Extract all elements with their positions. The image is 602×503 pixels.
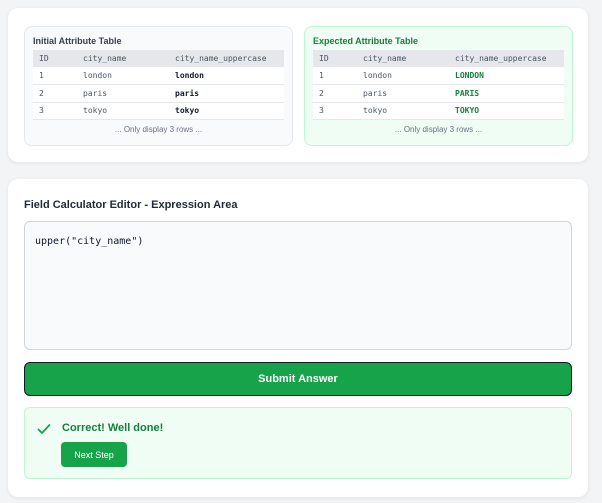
cell-id: 1 xyxy=(33,67,77,85)
table-row: 3 tokyo TOKYO xyxy=(313,102,564,120)
table-header-row: ID city_name city_name_uppercase xyxy=(33,50,284,67)
initial-attribute-table: ID city_name city_name_uppercase 1 londo… xyxy=(33,50,284,120)
expected-table-title: Expected Attribute Table xyxy=(313,36,419,46)
column-header-id: ID xyxy=(33,50,77,67)
cell-id: 2 xyxy=(313,84,357,103)
submit-answer-button[interactable]: Submit Answer xyxy=(24,362,572,396)
table-row: 2 paris PARIS xyxy=(313,84,564,103)
initial-table-title: Initial Attribute Table xyxy=(33,36,122,46)
feedback-box: Correct! Well done! Next Step xyxy=(24,407,572,479)
cell-city-name: paris xyxy=(77,84,169,103)
column-header-city-name-uppercase: city_name_uppercase xyxy=(449,50,564,67)
next-step-button[interactable]: Next Step xyxy=(61,442,127,467)
tables-card: Initial Attribute Table ID city_name cit… xyxy=(8,8,588,162)
cell-id: 1 xyxy=(313,67,357,85)
table-row: 2 paris paris xyxy=(33,84,284,103)
column-header-city-name: city_name xyxy=(357,50,449,67)
cell-city-name-uppercase: LONDON xyxy=(449,67,564,85)
cell-city-name-uppercase: paris xyxy=(169,84,284,103)
table-header-row: ID city_name city_name_uppercase xyxy=(313,50,564,67)
cell-city-name-uppercase: PARIS xyxy=(449,84,564,103)
column-header-city-name-uppercase: city_name_uppercase xyxy=(169,50,284,67)
cell-city-name: paris xyxy=(357,84,449,103)
cell-city-name-uppercase: TOKYO xyxy=(449,102,564,120)
cell-id: 3 xyxy=(313,102,357,120)
expected-table-panel: Expected Attribute Table ID city_name ci… xyxy=(304,26,573,146)
table-row: 1 london london xyxy=(33,67,284,85)
expected-table-note: ... Only display 3 rows ... xyxy=(394,125,483,134)
column-header-city-name: city_name xyxy=(77,50,169,67)
feedback-message: Correct! Well done! xyxy=(62,422,164,434)
cell-city-name-uppercase: london xyxy=(169,67,284,85)
table-row: 1 london LONDON xyxy=(313,67,564,85)
table-row: 3 tokyo tokyo xyxy=(33,102,284,120)
expected-attribute-table: ID city_name city_name_uppercase 1 londo… xyxy=(313,50,564,120)
column-header-id: ID xyxy=(313,50,357,67)
editor-title: Field Calculator Editor - Expression Are… xyxy=(24,199,238,211)
cell-city-name: london xyxy=(357,67,449,85)
initial-table-note: ... Only display 3 rows ... xyxy=(114,125,203,134)
cell-id: 3 xyxy=(33,102,77,120)
editor-card: Field Calculator Editor - Expression Are… xyxy=(8,179,588,497)
cell-city-name-uppercase: tokyo xyxy=(169,102,284,120)
check-icon xyxy=(37,424,51,434)
cell-city-name: tokyo xyxy=(357,102,449,120)
cell-city-name: london xyxy=(77,67,169,85)
cell-city-name: tokyo xyxy=(77,102,169,120)
cell-id: 2 xyxy=(33,84,77,103)
initial-table-panel: Initial Attribute Table ID city_name cit… xyxy=(24,26,293,146)
expression-input[interactable] xyxy=(24,221,572,350)
